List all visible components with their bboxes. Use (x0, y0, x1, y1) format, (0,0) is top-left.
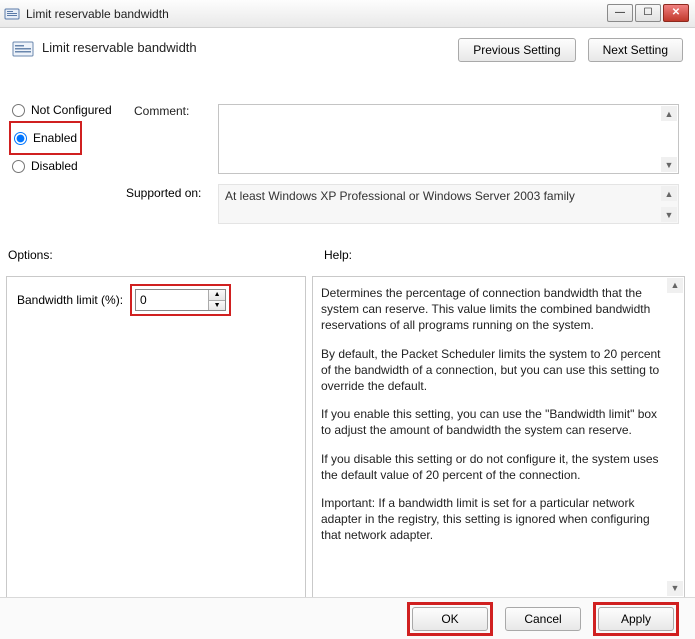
comment-scrollbar[interactable]: ▲ ▼ (661, 106, 677, 172)
radio-not-configured[interactable]: Not Configured (12, 98, 132, 122)
titlebar: Limit reservable bandwidth — ☐ ✕ (0, 0, 695, 28)
dialog-footer: OK Cancel Apply (0, 597, 695, 639)
maximize-button[interactable]: ☐ (635, 4, 661, 22)
radio-enabled-input[interactable] (14, 132, 27, 145)
ok-button[interactable]: OK (412, 607, 488, 631)
help-section-label: Help: (324, 248, 352, 262)
options-section-label: Options: (8, 248, 53, 262)
scroll-up-icon[interactable]: ▲ (661, 106, 677, 121)
radio-disabled-input[interactable] (12, 160, 25, 173)
previous-setting-button[interactable]: Previous Setting (458, 38, 575, 62)
comment-textarea[interactable]: ▲ ▼ (218, 104, 679, 174)
minimize-button[interactable]: — (607, 4, 633, 22)
supported-scrollbar[interactable]: ▲ ▼ (661, 186, 677, 222)
help-paragraph: If you disable this setting or do not co… (321, 451, 662, 483)
comment-label: Comment: (134, 104, 189, 118)
scroll-down-icon[interactable]: ▼ (661, 207, 677, 222)
bandwidth-limit-input[interactable] (136, 290, 208, 310)
help-paragraph: Determines the percentage of connection … (321, 285, 662, 334)
policy-title: Limit reservable bandwidth (42, 38, 458, 55)
spinner-up-button[interactable]: ▲ (209, 290, 225, 301)
radio-enabled-label: Enabled (33, 131, 77, 145)
help-paragraph: Important: If a bandwidth limit is set f… (321, 495, 662, 544)
policy-titlebar-icon (4, 6, 20, 22)
close-button[interactable]: ✕ (663, 4, 689, 22)
cancel-button[interactable]: Cancel (505, 607, 581, 631)
help-panel: Determines the percentage of connection … (312, 276, 685, 598)
policy-icon (12, 38, 34, 60)
radio-not-configured-input[interactable] (12, 104, 25, 117)
help-scrollbar[interactable]: ▲ ▼ (667, 278, 683, 596)
supported-on-label: Supported on: (126, 186, 201, 200)
scroll-down-icon[interactable]: ▼ (667, 581, 683, 596)
radio-disabled[interactable]: Disabled (12, 154, 132, 178)
radio-enabled[interactable]: Enabled (14, 126, 77, 150)
next-setting-button[interactable]: Next Setting (588, 38, 683, 62)
help-paragraph: If you enable this setting, you can use … (321, 406, 662, 438)
scroll-up-icon[interactable]: ▲ (667, 278, 683, 293)
radio-disabled-label: Disabled (31, 159, 78, 173)
scroll-up-icon[interactable]: ▲ (661, 186, 677, 201)
options-panel: Bandwidth limit (%): ▲ ▼ (6, 276, 306, 598)
window-title: Limit reservable bandwidth (26, 7, 169, 21)
radio-not-configured-label: Not Configured (31, 103, 112, 117)
supported-on-value: At least Windows XP Professional or Wind… (225, 189, 575, 203)
scroll-down-icon[interactable]: ▼ (661, 157, 677, 172)
bandwidth-limit-label: Bandwidth limit (%): (17, 293, 123, 307)
spinner-down-button[interactable]: ▼ (209, 301, 225, 311)
state-radio-group: Not Configured Enabled Disabled (12, 98, 132, 178)
supported-on-box: At least Windows XP Professional or Wind… (218, 184, 679, 224)
apply-button[interactable]: Apply (598, 607, 674, 631)
bandwidth-limit-spinner[interactable]: ▲ ▼ (135, 289, 226, 311)
help-paragraph: By default, the Packet Scheduler limits … (321, 346, 662, 395)
